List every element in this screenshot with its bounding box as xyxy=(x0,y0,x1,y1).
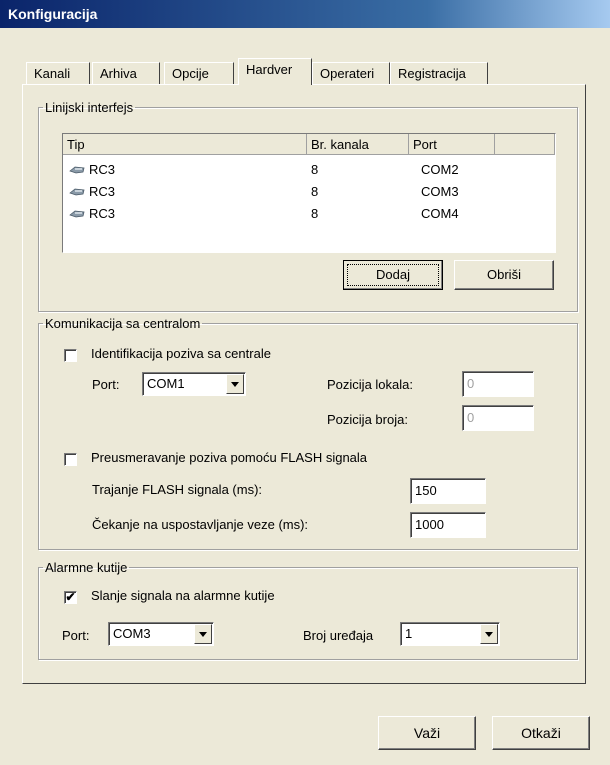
central-port-label: Port: xyxy=(92,377,120,392)
alarm-legend: Alarmne kutije xyxy=(45,560,128,575)
device-icon xyxy=(69,166,85,174)
add-button[interactable]: Dodaj xyxy=(343,260,443,290)
alarm-send-label: Slanje signala na alarmne kutije xyxy=(91,588,275,603)
number-position-label: Pozicija broja: xyxy=(327,412,408,427)
central-port-value: COM1 xyxy=(147,376,185,391)
devices-label: Broj uređaja xyxy=(303,628,374,643)
chevron-down-icon[interactable] xyxy=(480,624,498,644)
wait-label: Čekanje na uspostavljanje veze (ms): xyxy=(92,517,309,532)
column-header-empty xyxy=(495,134,555,155)
cell-kanala: 8 xyxy=(311,162,319,177)
list-header: Tip Br. kanala Port xyxy=(63,134,555,156)
window-title: Konfiguracija xyxy=(0,0,610,28)
ok-button[interactable]: Važi xyxy=(378,716,476,750)
cell-port: COM4 xyxy=(421,206,459,221)
tab-operateri[interactable]: Operateri xyxy=(312,62,390,84)
column-header-kanala[interactable]: Br. kanala xyxy=(307,134,409,155)
central-communication-legend: Komunikacija sa centralom xyxy=(45,316,201,331)
devices-select[interactable]: 1 xyxy=(400,622,500,646)
alarm-port-label: Port: xyxy=(62,628,90,643)
alarm-port-select[interactable]: COM3 xyxy=(108,622,214,646)
caller-id-label: Identifikacija poziva sa centrale xyxy=(91,346,271,361)
tab-registracija[interactable]: Registracija xyxy=(390,62,488,84)
alarm-send-checkbox[interactable]: ✔ xyxy=(64,591,77,604)
cell-tip: RC3 xyxy=(89,206,116,221)
cell-port: COM3 xyxy=(421,184,459,199)
flash-duration-field[interactable]: 150 xyxy=(410,478,486,504)
tab-arhiva[interactable]: Arhiva xyxy=(92,62,160,84)
table-row[interactable]: RC3 8 COM4 xyxy=(63,204,555,224)
cell-kanala: 8 xyxy=(311,206,319,221)
table-row[interactable]: RC3 8 COM3 xyxy=(63,182,555,202)
tab-kanali[interactable]: Kanali xyxy=(26,62,90,84)
tab-opcije[interactable]: Opcije xyxy=(164,62,234,84)
flash-duration-label: Trajanje FLASH signala (ms): xyxy=(92,482,263,497)
local-position-label: Pozicija lokala: xyxy=(327,377,413,392)
device-icon xyxy=(69,210,85,218)
cell-kanala: 8 xyxy=(311,184,319,199)
chevron-down-icon[interactable] xyxy=(226,374,244,394)
line-interface-legend: Linijski interfejs xyxy=(45,100,134,115)
device-icon xyxy=(69,188,85,196)
column-header-tip[interactable]: Tip xyxy=(63,134,307,155)
wait-field[interactable]: 1000 xyxy=(410,512,486,538)
interface-list[interactable]: Tip Br. kanala Port RC3 8 COM2 RC3 8 COM… xyxy=(62,133,556,253)
checkmark-icon: ✔ xyxy=(65,590,76,604)
flash-label: Preusmeravanje poziva pomoću FLASH signa… xyxy=(91,450,368,465)
local-position-field[interactable]: 0 xyxy=(462,371,534,397)
cell-tip: RC3 xyxy=(89,184,116,199)
column-header-port[interactable]: Port xyxy=(409,134,495,155)
table-row[interactable]: RC3 8 COM2 xyxy=(63,160,555,180)
number-position-field[interactable]: 0 xyxy=(462,405,534,431)
tab-hardver[interactable]: Hardver xyxy=(238,58,312,85)
caller-id-checkbox[interactable] xyxy=(64,349,77,362)
chevron-down-icon[interactable] xyxy=(194,624,212,644)
cancel-button[interactable]: Otkaži xyxy=(492,716,590,750)
alarm-port-value: COM3 xyxy=(113,626,151,641)
delete-button[interactable]: Obriši xyxy=(454,260,554,290)
cell-port: COM2 xyxy=(421,162,459,177)
devices-value: 1 xyxy=(405,626,413,641)
central-port-select[interactable]: COM1 xyxy=(142,372,246,396)
cell-tip: RC3 xyxy=(89,162,116,177)
flash-checkbox[interactable] xyxy=(64,453,77,466)
